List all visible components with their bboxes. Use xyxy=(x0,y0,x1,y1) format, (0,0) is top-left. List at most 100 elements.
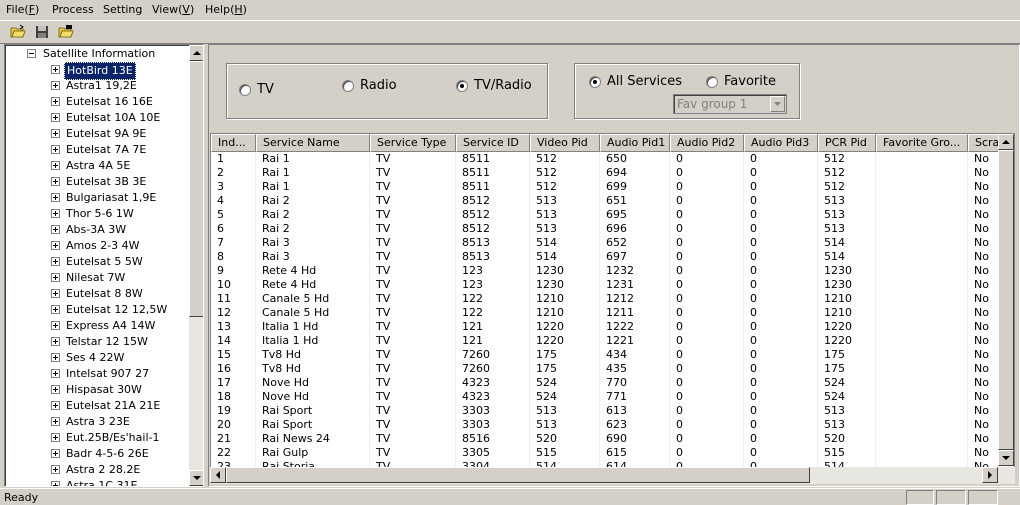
menu-process[interactable]: Process xyxy=(52,3,94,16)
expand-icon[interactable] xyxy=(51,161,60,170)
menu-file[interactable]: File(F) xyxy=(6,3,39,16)
expand-icon[interactable] xyxy=(51,81,60,90)
table-row[interactable]: 17 Nove Hd TV 4323 524 770 0 0 524 No xyxy=(211,376,1001,390)
fav-group-dropdown-button[interactable] xyxy=(770,96,785,112)
column-header[interactable]: Video Pid xyxy=(530,134,600,152)
expand-icon[interactable] xyxy=(51,225,60,234)
column-header[interactable]: Ind... xyxy=(211,134,256,152)
expand-icon[interactable] xyxy=(51,353,60,362)
tree-item[interactable]: Eutelsat 21A 21E xyxy=(45,398,189,414)
tree-item[interactable]: Bulgariasat 1,9E xyxy=(45,190,189,206)
tree-item[interactable]: Eut.25B/Es'hail-1 xyxy=(45,430,189,446)
satellite-tree[interactable]: Satellite Information HotBird 13E Astra1 … xyxy=(4,44,204,487)
column-header[interactable]: Service ID xyxy=(456,134,530,152)
table-vscroll-thumb[interactable] xyxy=(998,150,1014,450)
table-row[interactable]: 3 Rai 1 TV 8511 512 699 0 0 512 No xyxy=(211,180,1001,194)
tree-item[interactable]: Nilesat 7W xyxy=(45,270,189,286)
radio-favorite[interactable]: Favorite xyxy=(706,74,776,89)
tree-item[interactable]: Eutelsat 3B 3E xyxy=(45,174,189,190)
tree-item[interactable]: Eutelsat 16 16E xyxy=(45,94,189,110)
table-scroll-up-button[interactable] xyxy=(998,134,1014,150)
tree-item[interactable]: Astra1 19,2E xyxy=(45,78,189,94)
table-row[interactable]: 15 Tv8 Hd TV 7260 175 434 0 0 175 No xyxy=(211,348,1001,362)
tree-item[interactable]: Eutelsat 7A 7E xyxy=(45,142,189,158)
table-row[interactable]: 14 Italia 1 Hd TV 121 1220 1221 0 0 1220 No xyxy=(211,334,1001,348)
radio-tv-radio[interactable]: TV/Radio xyxy=(456,78,532,93)
tree-item[interactable]: Telstar 12 15W xyxy=(45,334,189,350)
table-row[interactable]: 21 Rai News 24 TV 8516 520 690 0 0 520 No xyxy=(211,432,1001,446)
expand-icon[interactable] xyxy=(51,129,60,138)
tree-scrollbar[interactable] xyxy=(189,45,203,486)
expand-icon[interactable] xyxy=(51,113,60,122)
expand-icon[interactable] xyxy=(51,385,60,394)
tree-item[interactable]: Eutelsat 8 8W xyxy=(45,286,189,302)
table-row[interactable]: 13 Italia 1 Hd TV 121 1220 1222 0 0 1220 No xyxy=(211,320,1001,334)
scroll-down-button[interactable] xyxy=(189,470,203,486)
tree-item[interactable]: Amos 2-3 4W xyxy=(45,238,189,254)
tree-item[interactable]: Badr 4-5-6 26E xyxy=(45,446,189,462)
expand-icon[interactable] xyxy=(51,209,60,218)
table-vscrollbar[interactable] xyxy=(998,134,1014,466)
expand-icon[interactable] xyxy=(51,433,60,442)
table-hscrollbar[interactable] xyxy=(210,467,1015,484)
scroll-right-button[interactable] xyxy=(982,467,998,483)
tree-item[interactable]: Astra 2 28.2E xyxy=(45,462,189,478)
expand-icon[interactable] xyxy=(51,401,60,410)
table-row[interactable]: 10 Rete 4 Hd TV 123 1230 1231 0 0 1230 No xyxy=(211,278,1001,292)
services-table[interactable]: Ind... Service Name Service Type Service ID… xyxy=(210,133,1015,484)
fav-group-select[interactable]: Fav group 1 xyxy=(673,94,787,114)
tree-item[interactable]: Eutelsat 9A 9E xyxy=(45,126,189,142)
radio-radio[interactable]: Radio xyxy=(342,78,397,93)
expand-icon[interactable] xyxy=(51,177,60,186)
expand-icon[interactable] xyxy=(51,305,60,314)
expand-icon[interactable] xyxy=(51,241,60,250)
expand-icon[interactable] xyxy=(51,417,60,426)
tree-item[interactable]: Ses 4 22W xyxy=(45,350,189,366)
scroll-up-button[interactable] xyxy=(189,45,203,61)
table-row[interactable]: 4 Rai 2 TV 8512 513 651 0 0 513 No xyxy=(211,194,1001,208)
tree-item[interactable]: Express A4 14W xyxy=(45,318,189,334)
table-row[interactable]: 18 Nove Hd TV 4323 524 771 0 0 524 No xyxy=(211,390,1001,404)
tree-item[interactable]: HotBird 13E xyxy=(45,62,189,80)
expand-icon[interactable] xyxy=(51,465,60,474)
expand-icon[interactable] xyxy=(51,97,60,106)
expand-icon[interactable] xyxy=(51,257,60,266)
table-scroll-down-button[interactable] xyxy=(998,450,1014,466)
column-header[interactable]: Favorite Gro... xyxy=(876,134,968,152)
open-button[interactable] xyxy=(8,23,28,41)
table-row[interactable]: 20 Rai Sport TV 3303 513 623 0 0 513 No xyxy=(211,418,1001,432)
table-row[interactable]: 9 Rete 4 Hd TV 123 1230 1232 0 0 1230 No xyxy=(211,264,1001,278)
column-header[interactable]: Service Name xyxy=(256,134,370,152)
tree-item[interactable]: Astra 3 23E xyxy=(45,414,189,430)
table-row[interactable]: 7 Rai 3 TV 8513 514 652 0 0 514 No xyxy=(211,236,1001,250)
tree-item[interactable]: Astra 4A 5E xyxy=(45,158,189,174)
expand-icon[interactable] xyxy=(51,449,60,458)
hscroll-thumb[interactable] xyxy=(226,467,810,483)
table-row[interactable]: 5 Rai 2 TV 8512 513 695 0 0 513 No xyxy=(211,208,1001,222)
expand-icon[interactable] xyxy=(51,273,60,282)
column-header[interactable]: Service Type xyxy=(370,134,456,152)
menu-setting[interactable]: Setting xyxy=(103,3,142,16)
tree-item[interactable]: Eutelsat 5 5W xyxy=(45,254,189,270)
table-row[interactable]: 19 Rai Sport TV 3303 513 613 0 0 513 No xyxy=(211,404,1001,418)
menu-help[interactable]: Help(H) xyxy=(205,3,247,16)
table-row[interactable]: 12 Canale 5 Hd TV 122 1210 1211 0 0 1210 No xyxy=(211,306,1001,320)
radio-all-services[interactable]: All Services xyxy=(589,74,682,89)
tree-item[interactable]: Eutelsat 12 12,5W xyxy=(45,302,189,318)
expand-icon[interactable] xyxy=(51,369,60,378)
expand-icon[interactable] xyxy=(51,321,60,330)
tree-item[interactable]: Astra 1C 31E xyxy=(45,478,189,486)
tree-item[interactable]: Eutelsat 10A 10E xyxy=(45,110,189,126)
column-header[interactable]: PCR Pid xyxy=(818,134,876,152)
expand-icon[interactable] xyxy=(51,145,60,154)
tree-item[interactable]: Abs-3A 3W xyxy=(45,222,189,238)
collapse-icon[interactable] xyxy=(27,49,36,58)
tree-item[interactable]: Intelsat 907 27 xyxy=(45,366,189,382)
tree-root[interactable]: Satellite Information xyxy=(27,46,187,62)
expand-icon[interactable] xyxy=(51,193,60,202)
table-row[interactable]: 16 Tv8 Hd TV 7260 175 435 0 0 175 No xyxy=(211,362,1001,376)
save-button[interactable] xyxy=(32,23,52,41)
expand-icon[interactable] xyxy=(51,481,60,486)
tree-item[interactable]: Hispasat 30W xyxy=(45,382,189,398)
expand-icon[interactable] xyxy=(51,289,60,298)
